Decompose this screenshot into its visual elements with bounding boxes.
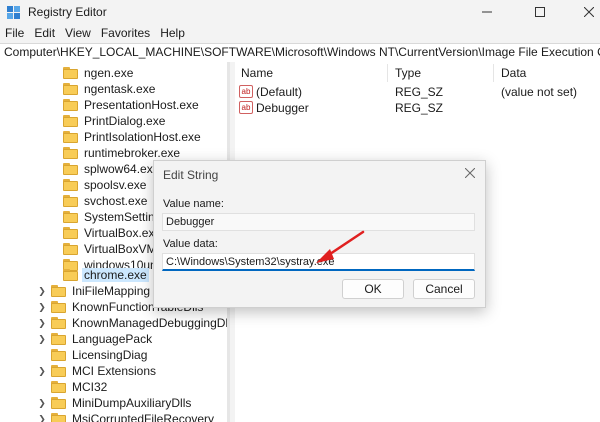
column-divider[interactable] bbox=[493, 64, 494, 82]
folder-icon bbox=[63, 114, 79, 128]
tree-item[interactable]: svchost.exe bbox=[63, 193, 149, 209]
tree-item[interactable]: ❯ MCI Extensions bbox=[37, 363, 158, 379]
folder-icon bbox=[63, 242, 79, 256]
menu-favorites[interactable]: Favorites bbox=[96, 25, 155, 41]
chevron-right-icon[interactable]: ❯ bbox=[37, 398, 47, 409]
value-data: (value not set) bbox=[501, 85, 578, 99]
cancel-button[interactable]: Cancel bbox=[413, 279, 475, 299]
chevron-right-icon[interactable]: ❯ bbox=[37, 334, 47, 345]
chevron-right-icon[interactable]: ❯ bbox=[37, 318, 47, 329]
title-bar: Registry Editor bbox=[0, 0, 600, 24]
folder-icon bbox=[63, 82, 79, 96]
folder-icon bbox=[63, 130, 79, 144]
folder-icon bbox=[51, 396, 67, 410]
menu-help[interactable]: Help bbox=[155, 25, 190, 41]
close-icon bbox=[584, 7, 594, 17]
chevron-right-icon[interactable]: ❯ bbox=[37, 414, 47, 422]
tree-item[interactable]: VirtualBox.exe bbox=[63, 225, 163, 241]
tree-item[interactable]: splwow64.exe bbox=[63, 161, 161, 177]
tree-item[interactable]: ❯ LanguagePack bbox=[37, 331, 154, 347]
tree-item[interactable]: PrintDialog.exe bbox=[63, 113, 167, 129]
menu-edit[interactable]: Edit bbox=[29, 25, 60, 41]
column-divider[interactable] bbox=[387, 64, 388, 82]
folder-icon bbox=[63, 178, 79, 192]
menu-file[interactable]: File bbox=[0, 25, 29, 41]
folder-icon bbox=[63, 162, 79, 176]
value-type: REG_SZ bbox=[395, 101, 444, 115]
tree-item[interactable]: PrintIsolationHost.exe bbox=[63, 129, 203, 145]
column-header-name[interactable]: Name bbox=[241, 66, 273, 80]
minimize-button[interactable] bbox=[464, 0, 510, 24]
chevron-right-icon[interactable]: ❯ bbox=[37, 286, 47, 297]
list-row[interactable]: ab Debugger REG_SZ bbox=[235, 100, 600, 116]
value-name-label: Value name: bbox=[163, 198, 224, 210]
tree-item[interactable]: MCI32 bbox=[37, 379, 109, 395]
string-value-icon: ab bbox=[239, 101, 253, 114]
tree-item[interactable]: PresentationHost.exe bbox=[63, 97, 201, 113]
close-icon bbox=[464, 167, 476, 179]
list-row[interactable]: ab (Default) REG_SZ (value not set) bbox=[235, 84, 600, 100]
folder-icon bbox=[63, 268, 79, 282]
folder-icon bbox=[63, 226, 79, 240]
ok-button[interactable]: OK bbox=[342, 279, 404, 299]
column-header-type[interactable]: Type bbox=[395, 66, 421, 80]
maximize-icon bbox=[535, 7, 545, 17]
folder-icon bbox=[51, 348, 67, 362]
address-path: Computer\HKEY_LOCAL_MACHINE\SOFTWARE\Mic… bbox=[4, 45, 600, 59]
tree-item-selected[interactable]: chrome.exe bbox=[63, 267, 149, 283]
folder-icon bbox=[51, 316, 67, 330]
tree-item[interactable]: ngen.exe bbox=[63, 65, 135, 81]
tree-item[interactable]: ❯ MsiCorruptedFileRecovery bbox=[37, 411, 216, 422]
registry-editor-icon bbox=[7, 6, 20, 19]
string-value-icon: ab bbox=[239, 85, 253, 98]
address-bar[interactable]: Computer\HKEY_LOCAL_MACHINE\SOFTWARE\Mic… bbox=[0, 43, 600, 63]
folder-icon bbox=[63, 66, 79, 80]
value-data-input[interactable]: C:\Windows\System32\systray.exe bbox=[162, 253, 475, 271]
tree-item[interactable]: ❯ KnownManagedDebuggingDlls bbox=[37, 315, 229, 331]
folder-icon bbox=[63, 98, 79, 112]
window-title: Registry Editor bbox=[28, 5, 107, 19]
chevron-right-icon[interactable]: ❯ bbox=[37, 302, 47, 313]
folder-icon bbox=[51, 380, 67, 394]
value-name: (Default) bbox=[256, 85, 303, 99]
tree-item[interactable]: ❯ IniFileMapping bbox=[37, 283, 152, 299]
column-header-data[interactable]: Data bbox=[501, 66, 526, 80]
folder-icon bbox=[51, 300, 67, 314]
chevron-right-icon[interactable]: ❯ bbox=[37, 366, 47, 377]
folder-icon bbox=[63, 194, 79, 208]
folder-icon bbox=[63, 210, 79, 224]
value-name: Debugger bbox=[256, 101, 309, 115]
dialog-title: Edit String bbox=[163, 168, 219, 182]
value-data-label: Value data: bbox=[163, 238, 218, 250]
folder-icon bbox=[51, 284, 67, 298]
tree-item[interactable]: ngentask.exe bbox=[63, 81, 157, 97]
folder-icon bbox=[63, 146, 79, 160]
menu-bar: File Edit View Favorites Help bbox=[0, 25, 600, 41]
close-button[interactable] bbox=[566, 0, 600, 24]
tree-item[interactable]: runtimebroker.exe bbox=[63, 145, 182, 161]
menu-view[interactable]: View bbox=[60, 25, 96, 41]
tree-item[interactable]: spoolsv.exe bbox=[63, 177, 148, 193]
folder-icon bbox=[51, 364, 67, 378]
value-name-field[interactable]: Debugger bbox=[162, 213, 475, 231]
dialog-close-button[interactable] bbox=[460, 164, 480, 184]
edit-string-dialog: Edit String Value name: Debugger Value d… bbox=[153, 160, 486, 308]
minimize-icon bbox=[482, 11, 492, 13]
folder-icon bbox=[51, 412, 67, 422]
maximize-button[interactable] bbox=[517, 0, 563, 24]
tree-item[interactable]: ❯ MiniDumpAuxiliaryDlls bbox=[37, 395, 193, 411]
tree-item[interactable]: LicensingDiag bbox=[37, 347, 149, 363]
value-type: REG_SZ bbox=[395, 85, 444, 99]
folder-icon bbox=[51, 332, 67, 346]
